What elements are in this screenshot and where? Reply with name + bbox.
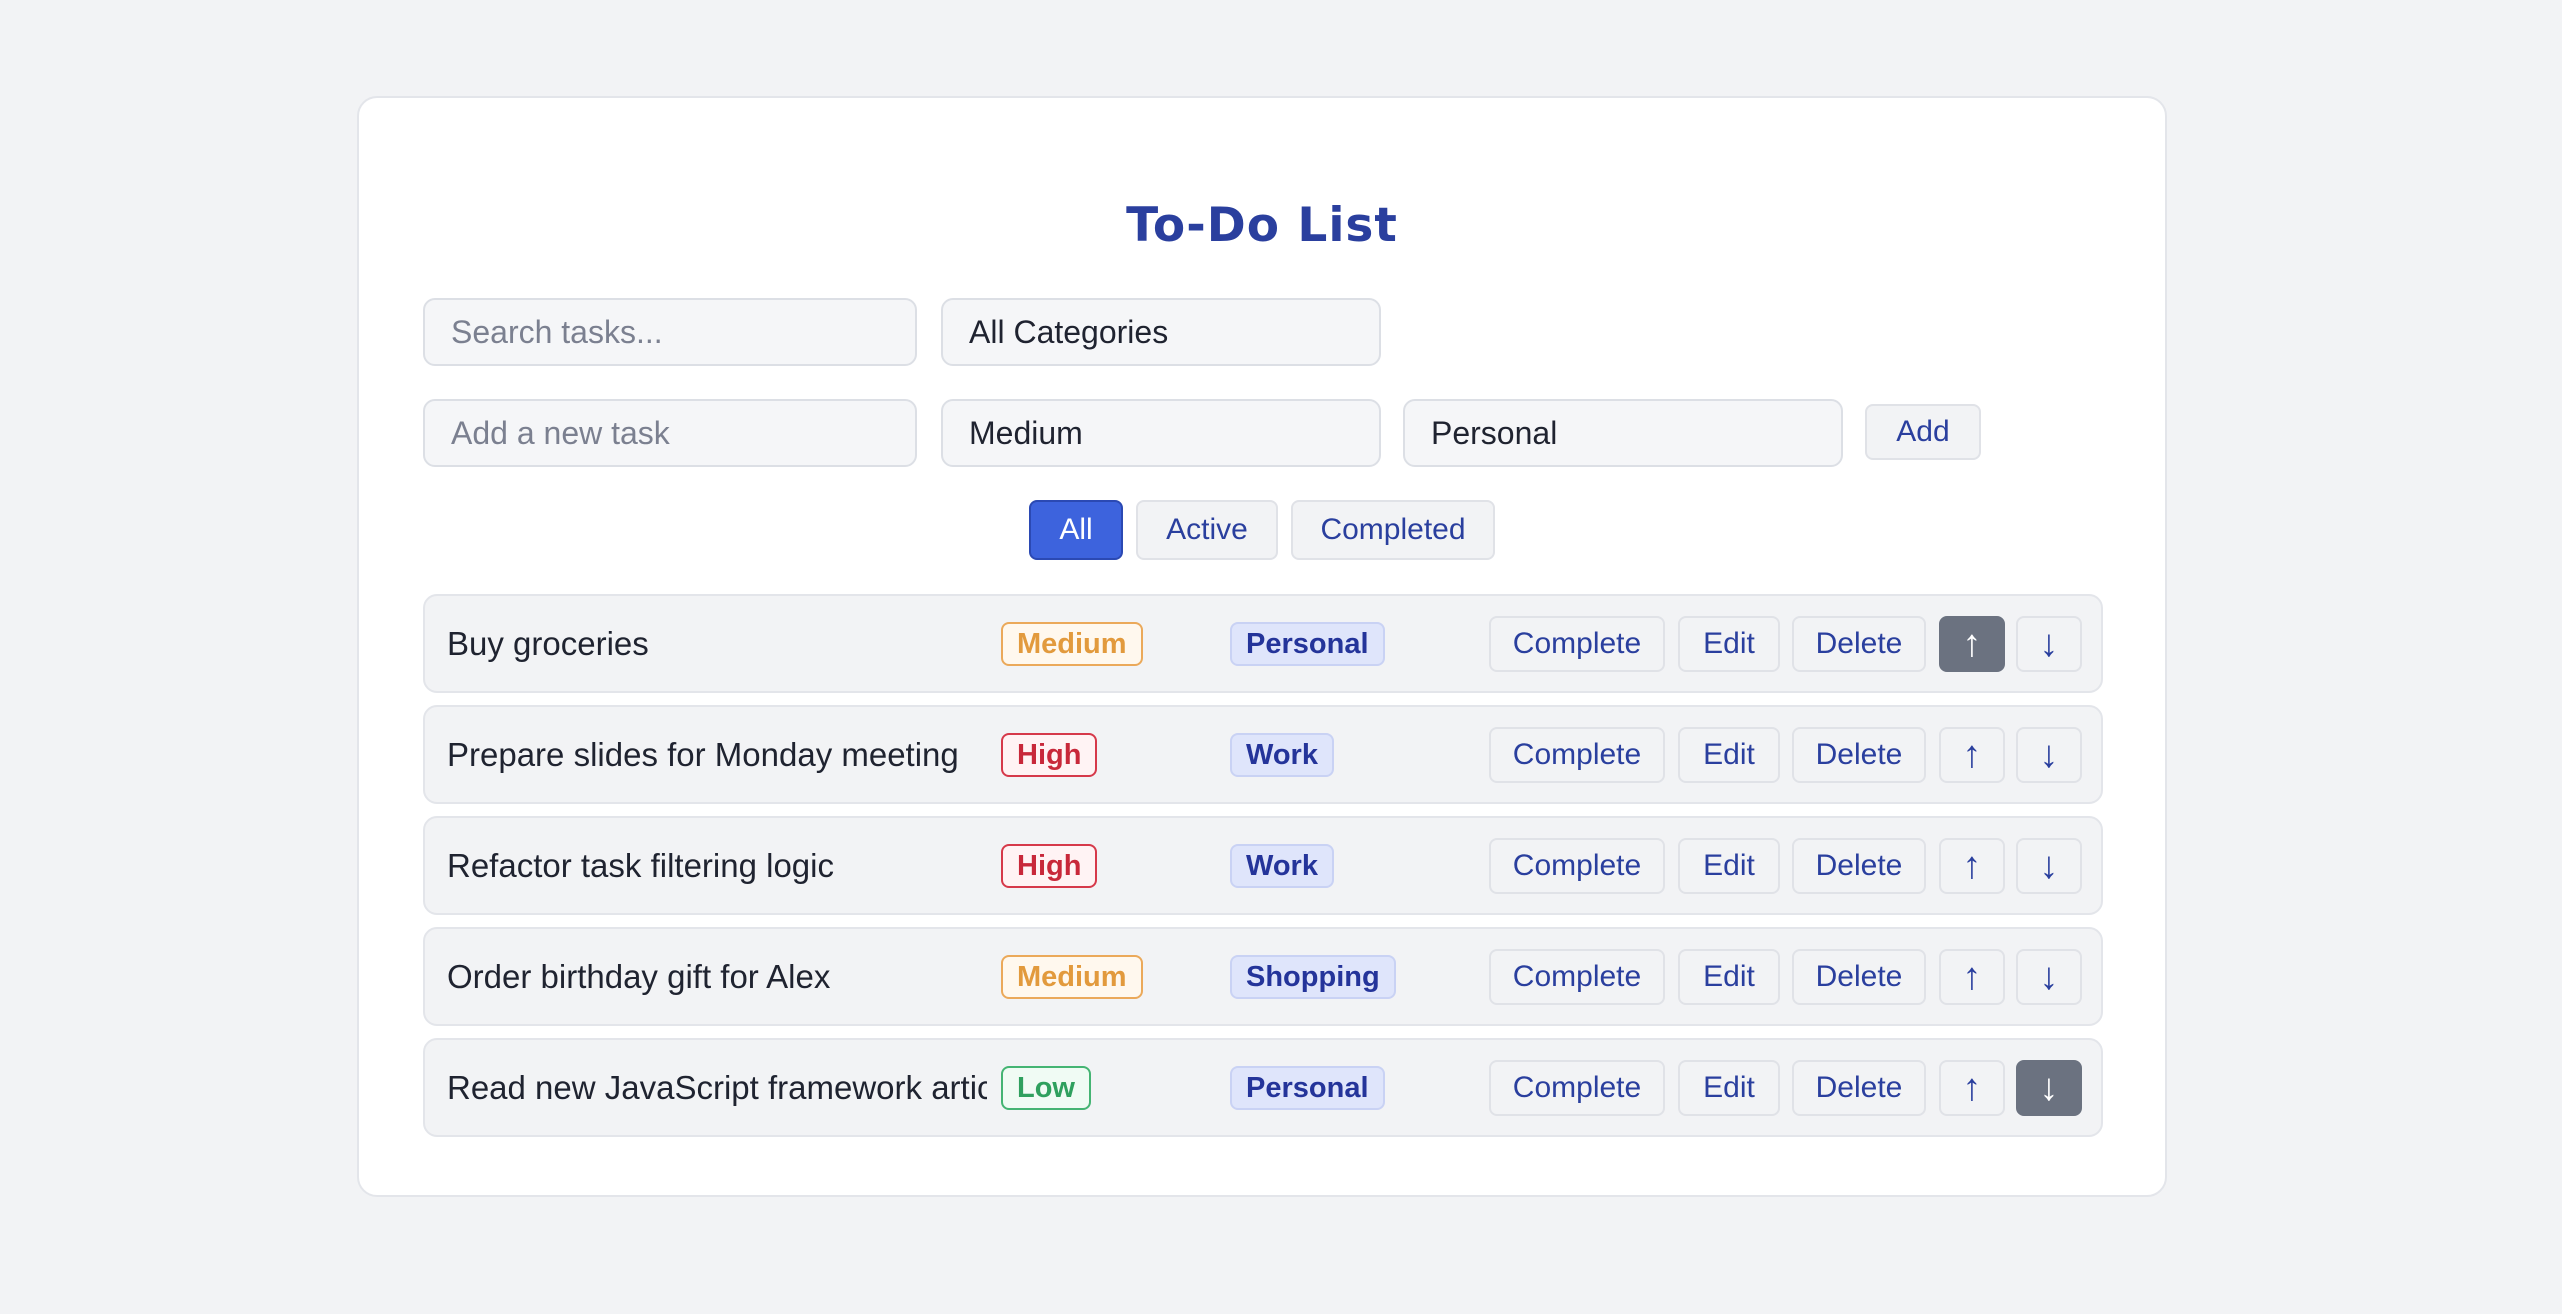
move-up-button[interactable]: ↑ [1939, 727, 2005, 783]
move-down-button[interactable]: ↓ [2016, 1060, 2082, 1116]
move-up-button[interactable]: ↑ [1939, 616, 2005, 672]
delete-button[interactable]: Delete [1792, 616, 1926, 672]
task-text: Buy groceries [447, 624, 649, 662]
category-badge: Personal [1230, 1066, 1385, 1110]
task-row: Refactor task filtering logic High Work … [423, 816, 2103, 915]
todo-card: To-Do List Search tasks... All Categorie… [357, 96, 2167, 1197]
task-text: Order birthday gift for Alex [447, 957, 831, 995]
delete-button[interactable]: Delete [1792, 949, 1926, 1005]
task-text: Read new JavaScript framework article [447, 1068, 987, 1106]
complete-button[interactable]: Complete [1489, 1060, 1665, 1116]
filter-active-button[interactable]: Active [1136, 500, 1278, 560]
task-row: Order birthday gift for Alex Medium Shop… [423, 927, 2103, 1026]
move-down-button[interactable]: ↓ [2016, 838, 2082, 894]
priority-select[interactable]: Medium [941, 399, 1381, 467]
edit-button[interactable]: Edit [1678, 838, 1780, 894]
category-badge: Shopping [1230, 955, 1396, 999]
delete-button[interactable]: Delete [1792, 1060, 1926, 1116]
priority-badge: High [1001, 844, 1098, 888]
delete-button[interactable]: Delete [1792, 727, 1926, 783]
category-filter-select[interactable]: All Categories [941, 298, 1381, 366]
new-task-input[interactable]: Add a new task [423, 399, 917, 467]
task-row: Buy groceries Medium Personal Complete E… [423, 594, 2103, 693]
delete-button[interactable]: Delete [1792, 838, 1926, 894]
edit-button[interactable]: Edit [1678, 616, 1780, 672]
complete-button[interactable]: Complete [1489, 727, 1665, 783]
move-up-button[interactable]: ↑ [1939, 838, 2005, 894]
task-text: Refactor task filtering logic [447, 846, 834, 884]
add-button[interactable]: Add [1865, 404, 1981, 460]
priority-badge: Medium [1001, 955, 1143, 999]
page-title: To-Do List [1126, 198, 1398, 253]
filter-completed-button[interactable]: Completed [1291, 500, 1495, 560]
move-down-button[interactable]: ↓ [2016, 727, 2082, 783]
task-text: Prepare slides for Monday meeting [447, 735, 959, 773]
move-up-button[interactable]: ↑ [1939, 1060, 2005, 1116]
edit-button[interactable]: Edit [1678, 949, 1780, 1005]
category-badge: Work [1230, 733, 1334, 777]
filter-all-button[interactable]: All [1029, 500, 1123, 560]
edit-button[interactable]: Edit [1678, 1060, 1780, 1116]
category-badge: Work [1230, 844, 1334, 888]
priority-badge: High [1001, 733, 1098, 777]
category-select[interactable]: Personal [1403, 399, 1843, 467]
move-down-button[interactable]: ↓ [2016, 616, 2082, 672]
complete-button[interactable]: Complete [1489, 838, 1665, 894]
complete-button[interactable]: Complete [1489, 949, 1665, 1005]
complete-button[interactable]: Complete [1489, 616, 1665, 672]
move-down-button[interactable]: ↓ [2016, 949, 2082, 1005]
task-row: Read new JavaScript framework article Lo… [423, 1038, 2103, 1137]
priority-badge: Medium [1001, 622, 1143, 666]
priority-badge: Low [1001, 1066, 1091, 1110]
search-input[interactable]: Search tasks... [423, 298, 917, 366]
task-row: Prepare slides for Monday meeting High W… [423, 705, 2103, 804]
edit-button[interactable]: Edit [1678, 727, 1780, 783]
move-up-button[interactable]: ↑ [1939, 949, 2005, 1005]
category-badge: Personal [1230, 622, 1385, 666]
